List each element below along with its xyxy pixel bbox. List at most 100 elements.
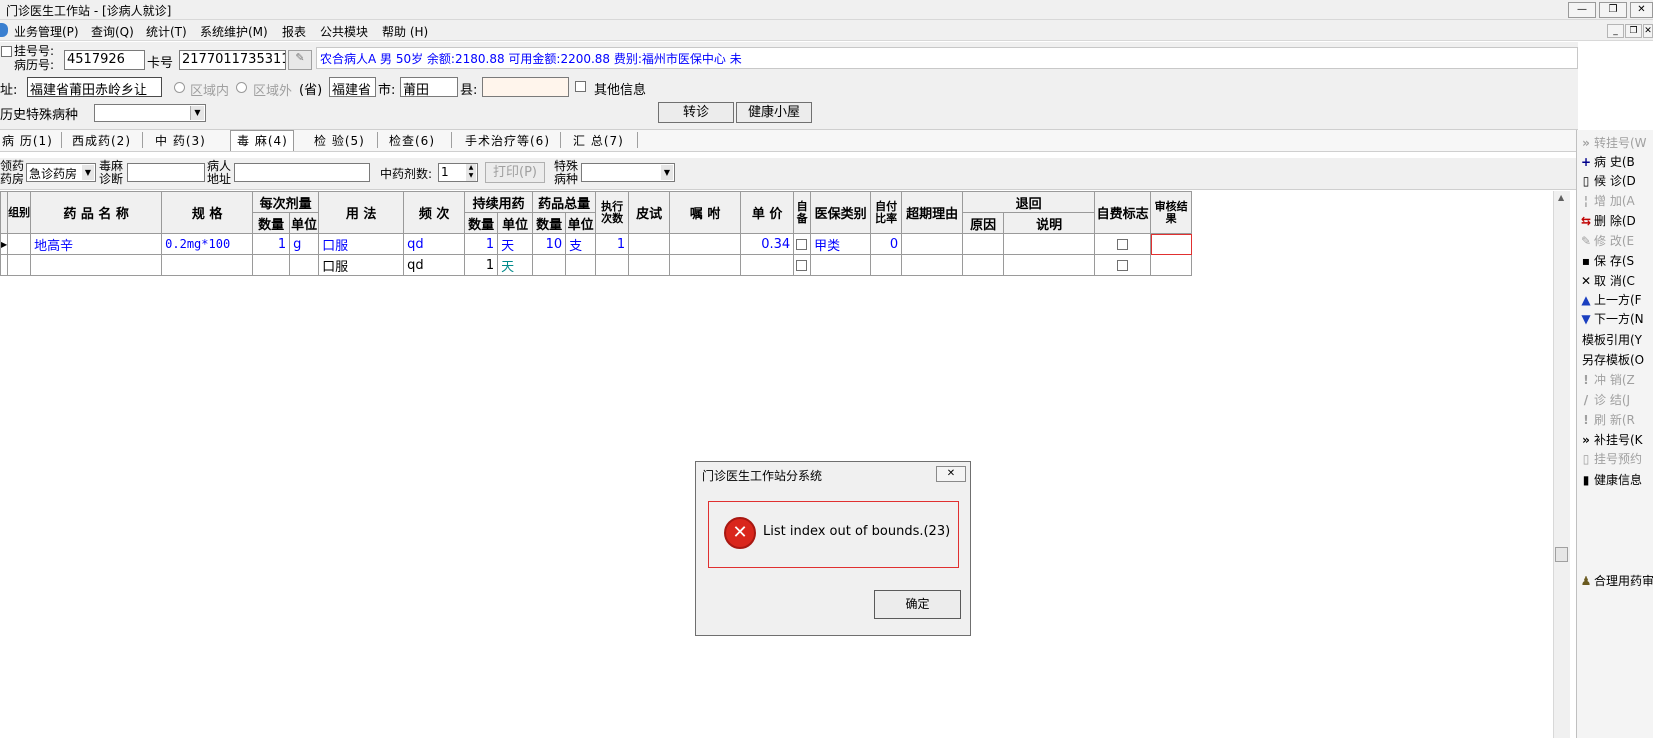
cell-dose-qty[interactable] [252,254,291,276]
cell-total-unit[interactable] [565,254,597,276]
cell-total-qty[interactable] [532,254,567,276]
sidebar-template-use[interactable]: 模板引用(Y [1578,331,1653,350]
minimize-button[interactable]: — [1568,2,1596,18]
cell-cont-unit[interactable]: 天 [497,233,534,255]
cell-self-pay-flag[interactable] [1094,254,1152,276]
spinner-arrows-icon[interactable]: ▲ ▼ [466,164,476,181]
sidebar-finish-visit[interactable]: / 诊 结(J [1578,391,1653,410]
tab-chinese-medicine[interactable]: 中 药(3) [155,132,206,149]
address-field[interactable]: 福建省莆田赤岭乡让 [27,77,162,97]
cell-self-pay-ratio[interactable]: 0 [870,233,903,255]
cell-self-prep[interactable] [793,254,812,276]
cell-group[interactable] [7,233,32,255]
cell-over-reason[interactable] [901,254,964,276]
sidebar-health-info[interactable]: ▮ 健康信息 [1578,471,1653,490]
sidebar-write-off[interactable]: ! 冲 销(Z [1578,371,1653,390]
cell-cont-unit[interactable]: 天 [497,254,534,276]
tab-summary[interactable]: 汇 总(7) [573,132,624,149]
cell-skin-test[interactable] [628,254,671,276]
sidebar-edit[interactable]: ✎ 修 改(E [1578,232,1653,251]
mdi-restore-button[interactable]: ❐ [1625,24,1642,38]
table-row[interactable]: 口服 qd 1 天 [0,254,1193,276]
cell-self-pay-ratio[interactable] [870,254,903,276]
tab-narcotic[interactable]: 毒 麻(4) [237,132,288,149]
sidebar-history[interactable]: + 病 史(B [1578,153,1653,172]
sidebar-transfer-reg[interactable]: » 转挂号(W [1578,134,1653,153]
sidebar-next-prescription[interactable]: ▼ 下一方(N [1578,310,1653,329]
sidebar-add[interactable]: ¦ 增 加(A [1578,192,1653,211]
tab-record[interactable]: 病 历(1) [2,132,53,149]
cell-note[interactable] [669,233,742,255]
doses-spinner[interactable]: 1 ▲ ▼ [438,163,478,182]
health-house-button[interactable]: 健康小屋 [736,102,812,123]
tab-surgery[interactable]: 手术治疗等(6) [465,132,550,149]
county-field[interactable] [482,77,569,97]
self-prep-checkbox[interactable] [796,238,808,250]
tab-western-medicine[interactable]: 西成药(2) [72,132,131,149]
scrollbar-thumb[interactable] [1555,547,1568,562]
region-in-radio[interactable] [174,82,185,93]
cell-self-prep[interactable] [793,233,812,255]
menu-help[interactable]: 帮助 (H) [382,23,428,40]
history-disease-select[interactable]: ▼ [94,104,206,122]
dialog-close-button[interactable]: ✕ [936,466,966,482]
close-button[interactable]: ✕ [1630,2,1653,18]
menu-reports[interactable]: 报表 [282,23,306,40]
cell-spec[interactable] [161,254,254,276]
cell-price[interactable]: 0.34 [740,233,795,255]
self-pay-checkbox[interactable] [1117,238,1129,250]
self-pay-checkbox[interactable] [1117,259,1129,271]
cell-refund-reason[interactable] [962,254,1005,276]
cell-note[interactable] [669,254,742,276]
cell-dose-unit[interactable]: g [289,233,320,255]
card-read-icon[interactable]: ✎ [288,50,312,70]
restore-button[interactable]: ❐ [1599,2,1627,18]
sidebar-waiting[interactable]: ▯ 候 诊(D [1578,172,1653,191]
sidebar-prev-prescription[interactable]: ▲ 上一方(F [1578,291,1653,310]
sidebar-supplement-reg[interactable]: » 补挂号(K [1578,431,1653,450]
menu-query[interactable]: 查询(Q) [91,23,134,40]
pharmacy-select[interactable]: 急诊药房 ▼ [26,163,96,182]
tab-lab[interactable]: 检 验(5) [314,132,365,149]
province-field[interactable]: 福建省 [329,77,376,97]
sidebar-rational-drug-audit[interactable]: ♟ 合理用药审 [1578,572,1653,591]
cell-drug-name[interactable]: 地高辛 [30,233,163,255]
sidebar-save[interactable]: ▪ 保 存(S [1578,252,1653,271]
card-no-field[interactable]: 2177011735311 [179,50,286,70]
cell-over-reason[interactable] [901,233,964,255]
table-row[interactable]: ▶ 地高辛 0.2mg*100 1 g 口服 qd 1 天 10 支 1 0.3… [0,233,1193,255]
cell-usage[interactable]: 口服 [318,233,405,255]
scroll-up-icon[interactable]: ▲ [1558,193,1564,202]
mdi-minimize-button[interactable]: _ [1607,24,1624,38]
self-prep-checkbox[interactable] [796,259,808,271]
cell-price[interactable] [740,254,795,276]
sidebar-refresh[interactable]: ! 刷 新(R [1578,411,1653,430]
cell-audit-result[interactable] [1150,233,1193,255]
cell-dose-unit[interactable] [289,254,320,276]
cell-total-qty[interactable]: 10 [532,233,567,255]
reg-no-field[interactable]: 4517926 [64,50,145,70]
city-field[interactable]: 莆田 [400,77,458,97]
cell-refund-reason[interactable] [962,233,1005,255]
cell-spec[interactable]: 0.2mg*100 [161,233,254,255]
cell-self-pay-flag[interactable] [1094,233,1152,255]
cell-frequency[interactable]: qd [403,233,466,255]
special-disease-select[interactable]: ▼ [581,163,675,182]
print-button[interactable]: 打印(P) [485,162,545,183]
menu-business[interactable]: 业务管理(P) [14,23,79,40]
cell-audit-result[interactable] [1150,254,1193,276]
cell-refund-note[interactable] [1003,233,1096,255]
cell-usage[interactable]: 口服 [318,254,405,276]
cell-cont-qty[interactable]: 1 [464,233,499,255]
mdi-close-button[interactable]: ✕ [1643,24,1653,38]
ok-button[interactable]: 确定 [874,590,961,619]
cell-insurance-type[interactable]: 甲类 [810,233,872,255]
menu-public[interactable]: 公共模块 [320,23,368,40]
cell-exec-times[interactable] [595,254,630,276]
menu-system[interactable]: 系统维护(M) [200,23,268,40]
cell-group[interactable] [7,254,32,276]
narcotic-diagnosis-field[interactable] [127,163,205,182]
cell-drug-name[interactable] [30,254,163,276]
sidebar-reg-appointment[interactable]: ▯ 挂号预约 [1578,450,1653,469]
reg-checkbox[interactable] [1,46,12,57]
